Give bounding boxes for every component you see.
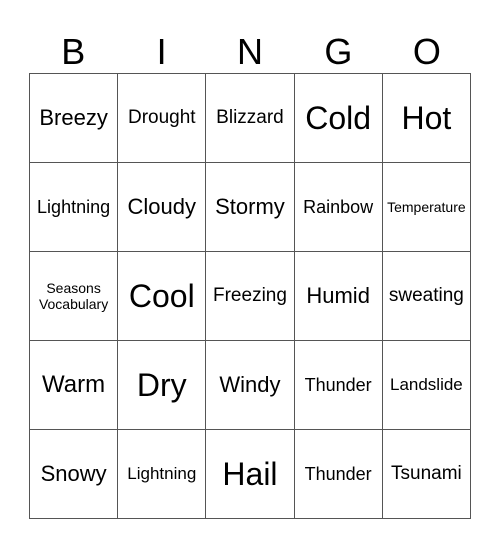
bingo-row: Breezy Drought Blizzard Cold Hot bbox=[28, 73, 472, 163]
bingo-cell[interactable]: Snowy bbox=[28, 429, 119, 519]
bingo-cell[interactable]: Cool bbox=[117, 251, 207, 341]
bingo-cell[interactable]: Cloudy bbox=[117, 162, 207, 252]
bingo-header: B I N G O bbox=[29, 30, 471, 74]
bingo-cell[interactable]: Rainbow bbox=[293, 162, 383, 252]
header-letter-n: N bbox=[237, 31, 264, 72]
bingo-row: Warm Dry Windy Thunder Landslide bbox=[28, 340, 472, 430]
bingo-cell[interactable]: Temperature bbox=[381, 162, 472, 252]
bingo-cell[interactable]: Seasons Vocabulary bbox=[28, 251, 119, 341]
bingo-cell[interactable]: Lightning bbox=[28, 162, 119, 252]
bingo-cell[interactable]: sweating bbox=[381, 251, 472, 341]
bingo-cell[interactable]: Freezing bbox=[205, 251, 295, 341]
header-letter-o: O bbox=[412, 31, 441, 72]
bingo-cell[interactable]: Hot bbox=[381, 73, 472, 163]
bingo-cell[interactable]: Blizzard bbox=[205, 73, 295, 163]
bingo-cell[interactable]: Stormy bbox=[205, 162, 295, 252]
bingo-cell[interactable]: Warm bbox=[28, 340, 119, 430]
bingo-cell[interactable]: Lightning bbox=[117, 429, 207, 519]
header-letter-g: G bbox=[324, 31, 353, 72]
bingo-row: Lightning Cloudy Stormy Rainbow Temperat… bbox=[28, 162, 472, 252]
bingo-row: Seasons Vocabulary Cool Freezing Humid s… bbox=[28, 251, 472, 341]
bingo-cell[interactable]: Landslide bbox=[381, 340, 472, 430]
bingo-cell[interactable]: Tsunami bbox=[381, 429, 472, 519]
header-letter-i: I bbox=[156, 31, 167, 72]
bingo-cell[interactable]: Humid bbox=[293, 251, 383, 341]
bingo-cell[interactable]: Thunder bbox=[293, 340, 383, 430]
bingo-cell[interactable]: Thunder bbox=[293, 429, 383, 519]
bingo-row: Snowy Lightning Hail Thunder Tsunami bbox=[28, 429, 472, 519]
bingo-cell[interactable]: Cold bbox=[293, 73, 383, 163]
header-letter-b: B bbox=[61, 31, 86, 72]
bingo-cell[interactable]: Drought bbox=[117, 73, 207, 163]
bingo-card: Breezy Drought Blizzard Cold Hot Lightni… bbox=[28, 73, 472, 519]
bingo-cell[interactable]: Breezy bbox=[28, 73, 119, 163]
bingo-cell[interactable]: Windy bbox=[205, 340, 295, 430]
bingo-cell[interactable]: Hail bbox=[205, 429, 295, 519]
bingo-cell[interactable]: Dry bbox=[117, 340, 207, 430]
